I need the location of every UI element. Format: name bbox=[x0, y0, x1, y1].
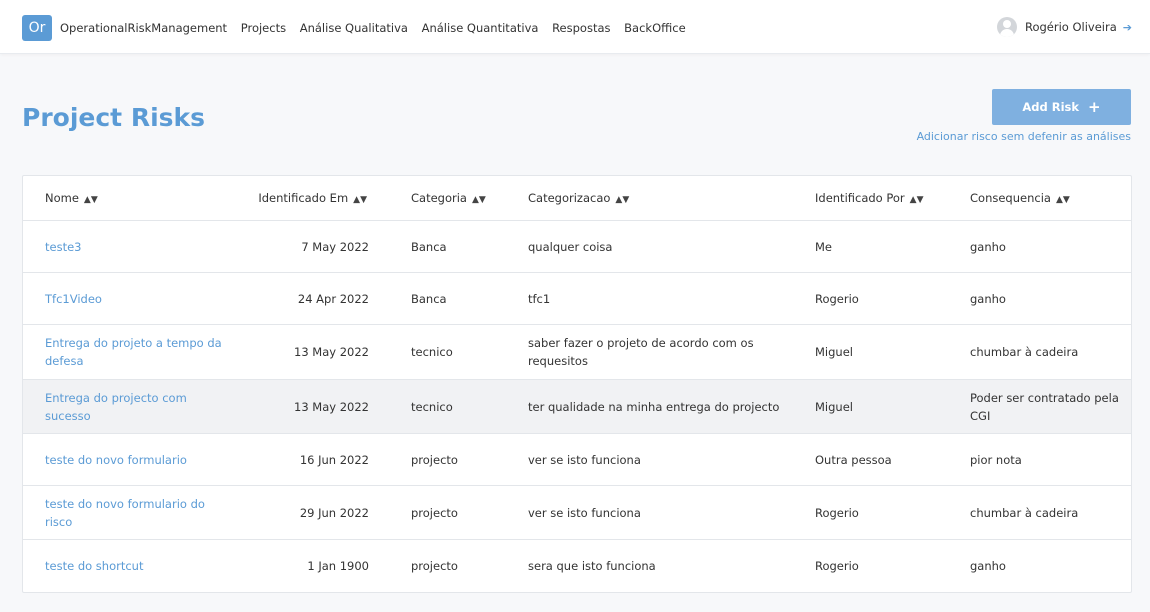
consequence: chumbar à cadeira bbox=[970, 324, 1131, 380]
brand-logo[interactable]: Or bbox=[22, 15, 52, 41]
nav-menu: OperationalRiskManagement Projects Análi… bbox=[60, 21, 696, 35]
categorization: ver se isto funciona bbox=[528, 433, 815, 486]
risk-name-link[interactable]: Entrega do projecto com sucesso bbox=[45, 391, 187, 423]
page-title: Project Risks bbox=[22, 103, 206, 132]
plus-icon: + bbox=[1088, 97, 1101, 116]
identified-by: Miguel bbox=[815, 379, 970, 434]
risk-name-link[interactable]: teste do shortcut bbox=[45, 559, 143, 573]
identified-by: Me bbox=[815, 220, 970, 273]
table-row[interactable]: teste do shortcut 1 Jan 1900 projecto se… bbox=[23, 540, 1131, 593]
logout-icon[interactable]: ➔ bbox=[1123, 21, 1132, 34]
column-header-categoria[interactable]: Categoria ▲▼ bbox=[411, 176, 528, 221]
table-row[interactable]: teste do novo formulario 16 Jun 2022 pro… bbox=[23, 433, 1131, 486]
identified-date: 24 Apr 2022 bbox=[225, 272, 411, 325]
risks-table: Nome ▲▼ Identificado Em ▲▼ Categoria ▲▼ Cat… bbox=[23, 176, 1131, 593]
identified-by: Outra pessoa bbox=[815, 433, 970, 486]
identified-date: 1 Jan 1900 bbox=[307, 559, 369, 574]
categorization: tfc1 bbox=[528, 272, 815, 325]
table-row[interactable]: Entrega do projeto a tempo da defesa 13 … bbox=[23, 324, 1131, 380]
nav-brand-link[interactable]: OperationalRiskManagement bbox=[60, 21, 227, 35]
risk-name-link[interactable]: teste do novo formulario bbox=[45, 453, 187, 467]
nav-analise-quantitativa[interactable]: Análise Quantitativa bbox=[422, 21, 539, 35]
table-row[interactable]: Entrega do projecto com sucesso 13 May 2… bbox=[23, 379, 1131, 434]
sort-icon: ▲▼ bbox=[909, 195, 924, 205]
nav-backoffice[interactable]: BackOffice bbox=[624, 21, 686, 35]
sort-icon: ▲▼ bbox=[1055, 195, 1070, 205]
column-header-consequencia[interactable]: Consequencia ▲▼ bbox=[970, 176, 1131, 221]
add-risk-label: Add Risk bbox=[1022, 100, 1080, 114]
column-header-identificado-por[interactable]: Identificado Por ▲▼ bbox=[815, 176, 970, 221]
risk-name-link[interactable]: teste3 bbox=[45, 240, 81, 254]
consequence: pior nota bbox=[970, 433, 1131, 486]
category: projecto bbox=[411, 433, 528, 486]
identified-date: 29 Jun 2022 bbox=[225, 485, 411, 540]
top-navbar: Or OperationalRiskManagement Projects An… bbox=[0, 0, 1150, 54]
category: projecto bbox=[411, 485, 528, 540]
consequence: ganho bbox=[970, 220, 1131, 273]
identified-by: Miguel bbox=[815, 324, 970, 380]
risk-name-link[interactable]: Entrega do projeto a tempo da defesa bbox=[45, 336, 222, 368]
table-row[interactable]: teste3 7 May 2022 Banca qualquer coisa M… bbox=[23, 220, 1131, 273]
sort-icon: ▲▼ bbox=[615, 195, 630, 205]
column-header-identificado-em[interactable]: Identificado Em ▲▼ bbox=[225, 176, 411, 221]
add-risk-button[interactable]: Add Risk + bbox=[992, 89, 1131, 125]
categorization: qualquer coisa bbox=[528, 220, 815, 273]
table-header-row: Nome ▲▼ Identificado Em ▲▼ Categoria ▲▼ Cat… bbox=[23, 176, 1131, 221]
risk-name-link[interactable]: teste do novo formulario do risco bbox=[45, 497, 205, 529]
identified-by: Rogerio bbox=[815, 272, 970, 325]
nav-respostas[interactable]: Respostas bbox=[552, 21, 610, 35]
column-header-categorizacao[interactable]: Categorizacao ▲▼ bbox=[528, 176, 815, 221]
category: tecnico bbox=[411, 324, 528, 380]
category: projecto bbox=[411, 559, 458, 574]
consequence: Poder ser contratado pela CGI bbox=[970, 379, 1131, 434]
table-row[interactable]: Tfc1Video 24 Apr 2022 Banca tfc1 Rogerio… bbox=[23, 272, 1131, 325]
nav-analise-qualitativa[interactable]: Análise Qualitativa bbox=[300, 21, 408, 35]
consequence: ganho bbox=[970, 559, 1006, 574]
category: tecnico bbox=[411, 379, 528, 434]
consequence: ganho bbox=[970, 272, 1131, 325]
categorization: ver se isto funciona bbox=[528, 485, 815, 540]
identified-date: 13 May 2022 bbox=[225, 379, 411, 434]
avatar bbox=[996, 17, 1017, 37]
consequence: chumbar à cadeira bbox=[970, 485, 1131, 540]
sort-icon: ▲▼ bbox=[471, 195, 486, 205]
sort-icon: ▲▼ bbox=[353, 195, 367, 205]
identified-date: 13 May 2022 bbox=[225, 324, 411, 380]
risk-name-link[interactable]: Tfc1Video bbox=[45, 292, 102, 306]
table-row[interactable]: teste do novo formulario do risco 29 Jun… bbox=[23, 485, 1131, 540]
add-risk-without-analysis-link[interactable]: Adicionar risco sem defenir as análises bbox=[917, 130, 1131, 143]
identified-by: Rogerio bbox=[815, 485, 970, 540]
identified-by: Rogerio bbox=[815, 559, 859, 574]
categorization: saber fazer o projeto de acordo com os r… bbox=[528, 324, 815, 380]
identified-date: 7 May 2022 bbox=[225, 220, 411, 273]
sort-icon: ▲▼ bbox=[83, 195, 98, 205]
nav-projects[interactable]: Projects bbox=[241, 21, 286, 35]
category: Banca bbox=[411, 220, 528, 273]
risks-table-card: Nome ▲▼ Identificado Em ▲▼ Categoria ▲▼ Cat… bbox=[22, 175, 1132, 593]
column-header-nome[interactable]: Nome ▲▼ bbox=[23, 176, 225, 221]
identified-date: 16 Jun 2022 bbox=[225, 433, 411, 486]
user-menu[interactable]: Rogério Oliveira ➔ bbox=[996, 17, 1132, 37]
category: Banca bbox=[411, 272, 528, 325]
user-name[interactable]: Rogério Oliveira bbox=[1025, 20, 1117, 34]
categorization: sera que isto funciona bbox=[528, 559, 656, 574]
categorization: ter qualidade na minha entrega do projec… bbox=[528, 379, 815, 434]
